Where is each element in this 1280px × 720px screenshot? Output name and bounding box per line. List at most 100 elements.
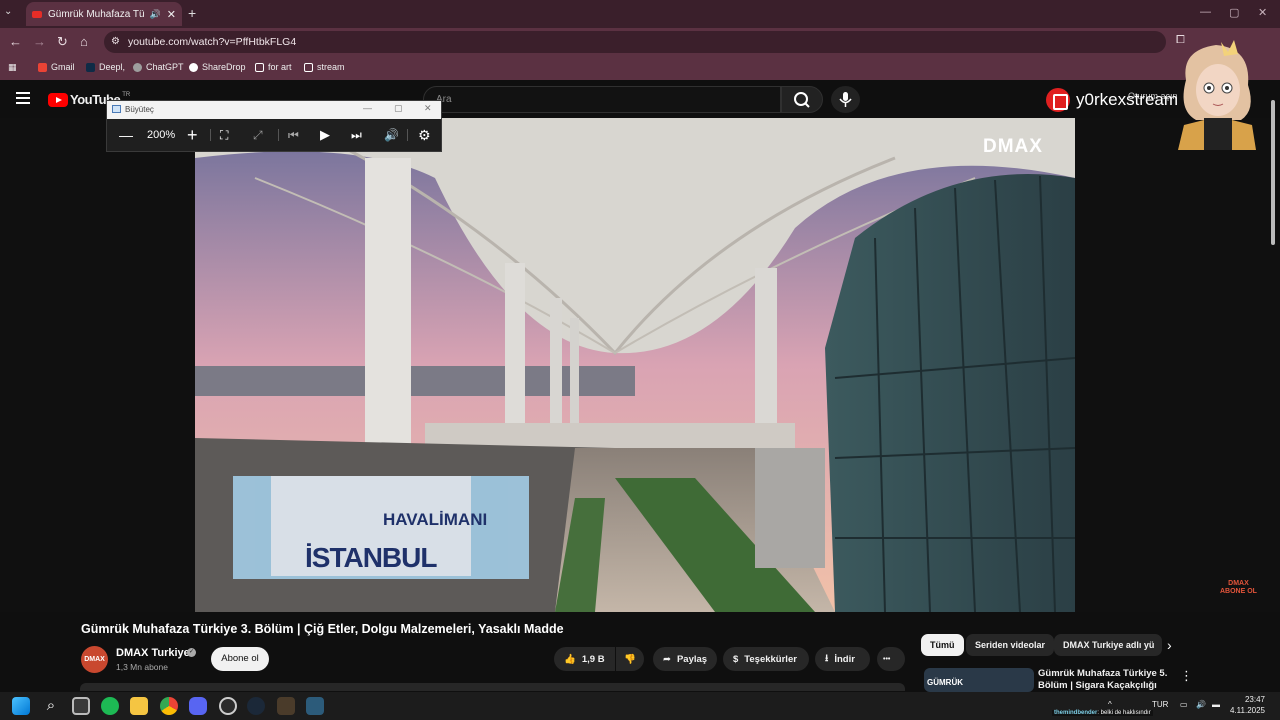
bookmark-deepl[interactable]: Deepl, [86, 62, 125, 72]
bookmark-chatgpt[interactable]: ChatGPT [133, 62, 184, 72]
minimize-icon[interactable]: — [1200, 6, 1211, 18]
reload-icon[interactable]: ↻ [57, 34, 68, 50]
bookmark-sharedrop[interactable]: ShareDrop [189, 62, 246, 72]
expand-icon[interactable]: ⤢ [253, 127, 263, 143]
file-explorer-icon[interactable] [130, 697, 148, 715]
magnifier-window[interactable]: Büyüteç — ▢ ✕ — 200% + ⛶ ⤢ ⏮ ▶ ⏭ 🔊 ⚙ [106, 100, 442, 152]
discord-icon[interactable] [189, 697, 207, 715]
chip-channel[interactable]: DMAX Turkiye adlı yü [1054, 634, 1162, 656]
chip-series[interactable]: Seriden videolar [966, 634, 1055, 656]
zoom-in-button[interactable]: + [187, 126, 198, 144]
recommended-title[interactable]: Gümrük Muhafaza Türkiye 5. Bölüm | Sigar… [1038, 668, 1168, 690]
thumbs-down-icon: 👎 [624, 653, 636, 665]
thanks-button[interactable]: $ Teşekkürler [723, 647, 809, 671]
zoom-level: 200% [147, 129, 176, 141]
youtube-logo-icon [1046, 88, 1070, 112]
bookmark-gmail[interactable]: Gmail [38, 62, 75, 72]
bookmark-folder-for-art[interactable]: for art [255, 62, 292, 72]
more-actions-button[interactable]: ••• [877, 647, 905, 671]
separator [210, 129, 211, 141]
browser-tab-bar: ⌄ Gümrük Muhafaza Türkiye 🔊 ✕ + — ▢ ✕ [0, 0, 1280, 28]
chrome-icon[interactable] [160, 697, 178, 715]
menu-icon[interactable] [16, 92, 30, 104]
forward-icon[interactable]: → [33, 34, 46, 49]
sign-text-havalimani: HAVALİMANI [383, 510, 488, 529]
magnifier-titlebar[interactable]: Büyüteç — ▢ ✕ [107, 101, 441, 119]
task-view-icon[interactable] [72, 697, 90, 715]
verified-check-icon: ✓ [187, 648, 196, 657]
windows-start-icon[interactable] [12, 697, 30, 715]
site-info-icon[interactable]: ⚙ [111, 31, 120, 53]
voice-search-button[interactable] [831, 86, 860, 113]
settings-gear-icon[interactable]: ⚙ [418, 127, 431, 143]
tab-close-icon[interactable]: ✕ [167, 8, 176, 21]
airport-sign: HAVALİMANI İSTANBUL [233, 476, 529, 579]
steam-icon[interactable] [247, 697, 265, 715]
search-input[interactable]: Ara [423, 86, 781, 113]
magnifier-toolbar: — 200% + ⛶ ⤢ ⏮ ▶ ⏭ 🔊 ⚙ [107, 119, 441, 152]
home-icon[interactable]: ⌂ [80, 34, 88, 49]
page-scrollbar[interactable] [1270, 90, 1276, 250]
description-box[interactable] [80, 683, 905, 691]
address-bar[interactable]: ⚙ youtube.com/watch?v=PffHtbkFLG4 [104, 31, 1166, 53]
tray-volume-icon[interactable]: 🔊 [1196, 700, 1206, 709]
scrollbar-thumb[interactable] [1271, 100, 1275, 245]
play-read-icon[interactable]: ▶ [320, 127, 330, 143]
channel-avatar[interactable]: DMAX [81, 646, 108, 673]
streamer-avatar-illustration [1178, 40, 1256, 150]
chevron-right-icon[interactable]: › [1167, 637, 1172, 653]
read-previous-icon[interactable]: ⏮ [288, 127, 299, 143]
dmax-watermark: DMAX [983, 136, 1043, 157]
dislike-button[interactable]: 👎 [616, 647, 644, 671]
magnifier-minimize-icon[interactable]: — [363, 103, 372, 113]
back-icon[interactable]: ← [9, 34, 22, 49]
close-window-icon[interactable]: ✕ [1258, 6, 1267, 19]
read-next-icon[interactable]: ⏭ [351, 127, 362, 143]
stream-chat-message: themindbender: belki de haklısındır [1052, 710, 1153, 716]
tray-overflow-icon[interactable]: ^ [1108, 700, 1112, 709]
read-from-here-icon[interactable]: 🔊 [384, 127, 399, 143]
language-indicator[interactable]: TUR [1152, 700, 1168, 709]
super-thanks-icon: $ [733, 653, 739, 665]
download-icon: ⭳ [825, 653, 829, 664]
youtube-favicon-icon [32, 10, 42, 18]
chatgpt-icon [133, 62, 142, 72]
kebab-menu-icon[interactable]: ⋮ [1180, 668, 1193, 684]
search-icon [794, 92, 810, 108]
clock-app-icon[interactable] [219, 697, 237, 715]
tray-network-icon[interactable]: ▭ [1180, 700, 1188, 709]
search-button[interactable] [781, 86, 823, 113]
dmax-subscribe-watermark[interactable]: DMAX ABONE OL [1220, 580, 1257, 596]
magnifier-maximize-icon[interactable]: ▢ [394, 103, 403, 114]
new-tab-button[interactable]: + [188, 5, 196, 21]
like-button[interactable]: 👍 1,9 B [554, 647, 615, 671]
share-arrow-icon: ➦ [663, 653, 671, 665]
game-icon[interactable] [277, 697, 295, 715]
folder-icon [304, 62, 313, 72]
subscriber-count: 1,3 Mn abone [116, 662, 168, 672]
share-button[interactable]: ➦ Paylaş [653, 647, 717, 671]
taskbar-search-icon[interactable]: ⌕ [42, 697, 60, 715]
maximize-icon[interactable]: ▢ [1229, 6, 1239, 19]
bookmark-folder-stream[interactable]: stream [304, 62, 345, 72]
thumbs-up-icon: 👍 [564, 653, 576, 665]
audio-playing-icon[interactable]: 🔊 [150, 9, 161, 20]
view-mode-icon[interactable]: ⛶ [220, 127, 228, 143]
channel-name[interactable]: DMAX Turkiye [116, 647, 190, 659]
url-text: youtube.com/watch?v=PffHtbkFLG4 [128, 36, 297, 48]
app-icon[interactable] [306, 697, 324, 715]
tray-battery-icon[interactable]: ▬ [1212, 700, 1220, 709]
apps-grid-icon[interactable]: ▦ [8, 62, 17, 73]
bookmarks-bar: ▦ Gmail Deepl, ChatGPT ShareDrop for art… [0, 56, 1280, 80]
spotify-icon[interactable] [101, 697, 119, 715]
video-frame[interactable]: HAVALİMANI İSTANBUL [195, 118, 1075, 612]
taskbar-clock[interactable]: 23:47 4.11.2025 [1230, 694, 1265, 716]
recommended-thumbnail[interactable]: GÜMRÜK [924, 668, 1034, 692]
magnifier-close-icon[interactable]: ✕ [424, 103, 432, 114]
chip-all[interactable]: Tümü [921, 634, 964, 656]
zoom-out-button[interactable]: — [119, 127, 133, 143]
browser-tab-active[interactable]: Gümrük Muhafaza Türkiye 🔊 ✕ [26, 2, 182, 26]
tab-search-icon[interactable]: ⌄ [4, 6, 12, 17]
download-button[interactable]: ⭳ İndir [815, 647, 870, 671]
subscribe-button[interactable]: Abone ol [211, 647, 269, 671]
